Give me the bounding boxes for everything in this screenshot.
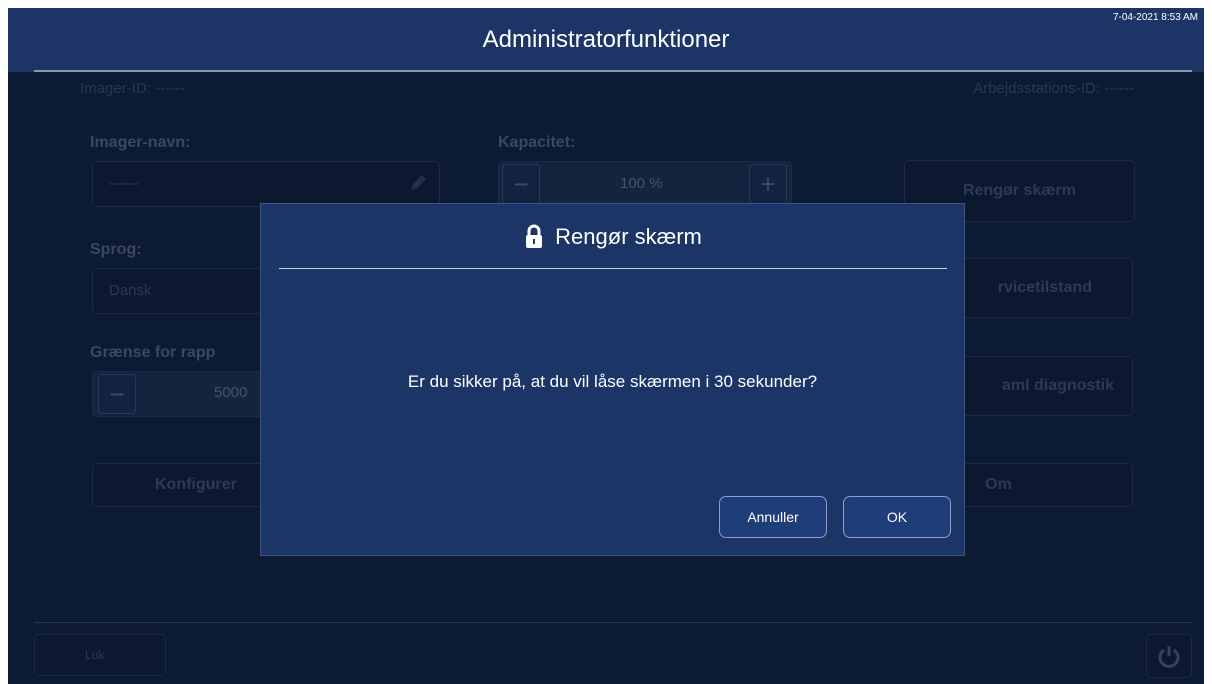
header-bar: Administratorfunktioner 7-04-2021 8:53 A… [8, 8, 1204, 72]
imager-id-text: Imager-ID: ------ [80, 80, 185, 97]
lock-icon [526, 224, 543, 248]
page-title: Administratorfunktioner [482, 26, 730, 53]
dialog-message: Er du sikker på, at du vil låse skærmen … [407, 372, 818, 391]
power-icon [1158, 646, 1180, 668]
dialog-title: Rengør skærm [261, 224, 964, 250]
report-limit-value: 5000 [214, 384, 248, 401]
footer-divider [34, 622, 1192, 623]
dialog-title-text: Rengør skærm [555, 224, 702, 249]
close-button[interactable]: Luk [34, 634, 166, 676]
imager-name-label: Imager-navn: [90, 134, 191, 151]
cancel-button[interactable]: Annuller [719, 496, 827, 538]
imager-name-field[interactable]: ------ [92, 161, 440, 207]
language-label: Sprog: [90, 241, 142, 258]
capacity-value: 100 % [620, 175, 663, 192]
clean-screen-dialog: Rengør skærm Er du sikker på, at du vil … [260, 203, 965, 556]
capacity-plus-button[interactable]: + [749, 164, 787, 204]
report-limit-minus-button[interactable]: − [98, 374, 136, 414]
datetime-readout: 7-04-2021 8:53 AM [1112, 12, 1198, 23]
workstation-id-text: Arbejdsstations-ID: ------ [973, 80, 1134, 97]
dialog-divider [279, 268, 947, 269]
header-divider [34, 70, 1192, 72]
imager-name-value: ------ [109, 175, 139, 192]
power-button[interactable] [1146, 634, 1192, 678]
report-limit-label: Grænse for rapp [90, 344, 216, 361]
pencil-icon[interactable] [407, 172, 429, 194]
language-value: Dansk [109, 282, 152, 299]
capacity-label: Kapacitet: [498, 134, 576, 151]
app-screen: Administratorfunktioner 7-04-2021 8:53 A… [8, 8, 1204, 684]
capacity-minus-button[interactable]: − [502, 164, 540, 204]
ok-button[interactable]: OK [843, 496, 951, 538]
